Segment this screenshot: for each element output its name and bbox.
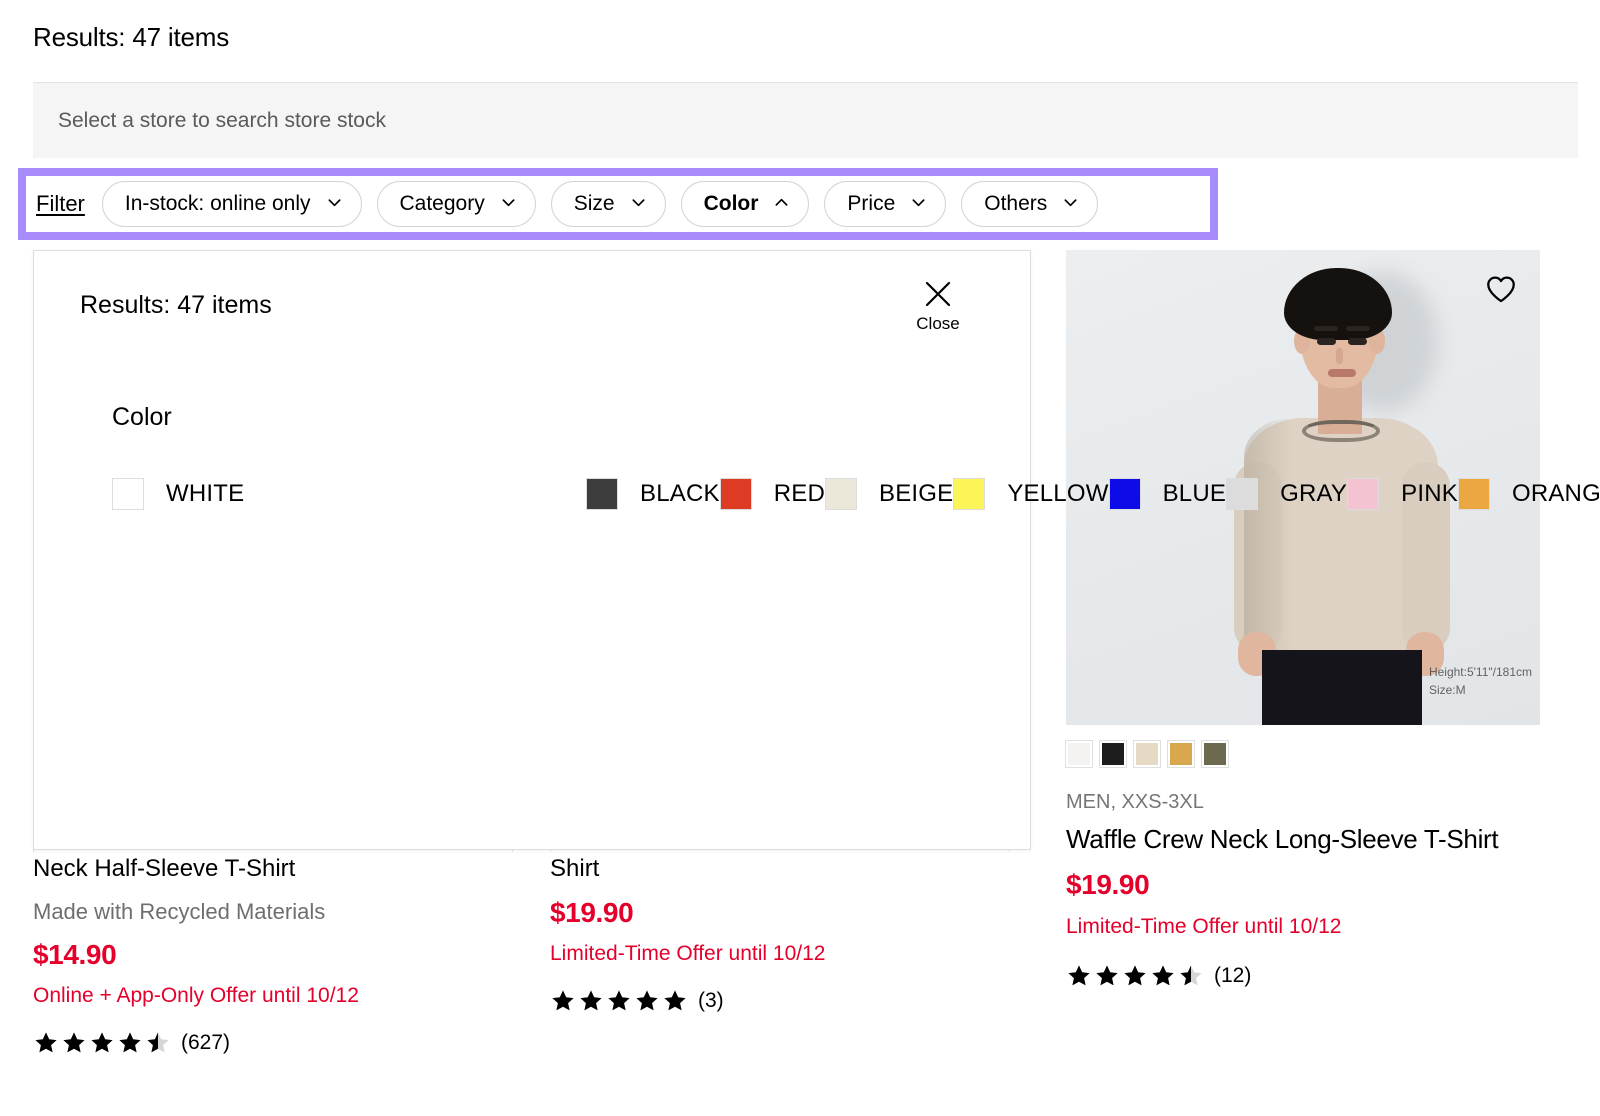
filter-chip-size-label: Size <box>574 192 615 216</box>
color-swatch <box>1347 478 1379 510</box>
product-title: Waffle Crew Neck Long-Sleeve T-Shirt <box>1066 824 1540 855</box>
rating-count: (627) <box>181 1031 230 1055</box>
modal-results-count: Results: 47 items <box>80 291 272 320</box>
color-option-orange[interactable]: ORANGE <box>1458 463 1600 525</box>
model-size-text: Size:M <box>1429 682 1532 699</box>
product-offer: Limited-Time Offer until 10/12 <box>550 942 1010 966</box>
rating-count: (12) <box>1214 964 1251 988</box>
color-option-label: BLACK <box>640 480 720 508</box>
product-subtitle: Made with Recycled Materials <box>33 899 513 925</box>
product-title: Shirt <box>550 855 1010 883</box>
color-filter-modal: Results: 47 items Close Color WHITE BLAC… <box>33 250 1031 850</box>
page-root: Results: 47 items Select a store to sear… <box>0 0 1600 1116</box>
product-swatch[interactable] <box>1168 741 1194 767</box>
color-option-black[interactable]: BLACK <box>586 463 720 525</box>
filter-chip-in-stock[interactable]: In-stock: online only <box>102 181 362 227</box>
star-rating <box>550 988 690 1014</box>
chevron-down-icon <box>911 195 926 210</box>
color-option-beige[interactable]: BEIGE <box>825 463 953 525</box>
filter-chip-in-stock-label: In-stock: online only <box>125 192 311 216</box>
product-swatch[interactable] <box>1100 741 1126 767</box>
product-price: $19.90 <box>550 897 1010 929</box>
modal-header: Results: 47 items Close <box>34 251 1030 361</box>
color-option-label: PINK <box>1401 480 1458 508</box>
product-price: $14.90 <box>33 939 513 971</box>
color-section-title: Color <box>112 403 172 432</box>
filter-bar: Filter In-stock: online only Category Si… <box>36 176 1202 232</box>
filter-chip-price[interactable]: Price <box>824 181 946 227</box>
color-swatch <box>825 478 857 510</box>
color-option-label: BLUE <box>1163 480 1227 508</box>
product-price: $19.90 <box>1066 869 1540 901</box>
product-card-right[interactable]: Height:5'11"/181cm Size:M MEN, XXS-3XL W… <box>1066 250 1540 989</box>
close-icon <box>903 278 973 312</box>
color-swatch <box>112 478 144 510</box>
filter-chip-others[interactable]: Others <box>961 181 1098 227</box>
color-option-label: BEIGE <box>879 480 953 508</box>
product-meta: MEN, XXS-3XL <box>1066 791 1540 814</box>
product-swatch[interactable] <box>1134 741 1160 767</box>
color-option-blue[interactable]: BLUE <box>1109 463 1227 525</box>
close-button-label: Close <box>903 314 973 334</box>
filter-chip-color-label: Color <box>704 192 759 216</box>
filter-chip-category[interactable]: Category <box>377 181 536 227</box>
product-rating: (12) <box>1066 963 1540 989</box>
product-rating: (627) <box>33 1030 513 1056</box>
star-rating <box>1066 963 1206 989</box>
chevron-down-icon <box>327 195 342 210</box>
chevron-down-icon <box>501 195 516 210</box>
product-rating: (3) <box>550 988 1010 1014</box>
filter-link[interactable]: Filter <box>36 191 85 217</box>
product-offer: Limited-Time Offer until 10/12 <box>1066 915 1540 939</box>
color-option-label: RED <box>774 480 825 508</box>
color-swatch <box>720 478 752 510</box>
heart-icon[interactable] <box>1484 272 1518 306</box>
color-option-label: WHITE <box>166 480 244 508</box>
color-option-label: YELLOW <box>1007 480 1108 508</box>
store-stock-bar[interactable]: Select a store to search store stock <box>33 82 1578 158</box>
product-card-left[interactable]: Neck Half-Sleeve T-Shirt Made with Recyc… <box>33 855 513 1056</box>
close-button[interactable]: Close <box>903 278 973 334</box>
color-option-label: ORANGE <box>1512 480 1600 508</box>
product-card-middle[interactable]: Shirt $19.90 Limited-Time Offer until 10… <box>550 855 1010 1014</box>
color-swatch <box>1226 478 1258 510</box>
color-option-gray[interactable]: GRAY <box>1226 463 1347 525</box>
rating-count: (3) <box>698 989 724 1013</box>
results-count-top: Results: 47 items <box>33 22 229 53</box>
product-offer: Online + App-Only Offer until 10/12 <box>33 984 513 1008</box>
color-swatch <box>1458 478 1490 510</box>
color-swatch <box>1109 478 1141 510</box>
filter-chip-color[interactable]: Color <box>681 181 810 227</box>
model-height-text: Height:5'11"/181cm <box>1429 664 1532 681</box>
product-swatch[interactable] <box>1066 741 1092 767</box>
chevron-down-icon <box>631 195 646 210</box>
filter-chip-others-label: Others <box>984 192 1047 216</box>
filter-chip-category-label: Category <box>400 192 485 216</box>
model-size-overlay: Height:5'11"/181cm Size:M <box>1429 664 1532 699</box>
filter-chip-price-label: Price <box>847 192 895 216</box>
color-swatch <box>953 478 985 510</box>
color-option-pink[interactable]: PINK <box>1347 463 1458 525</box>
color-option-white[interactable]: WHITE <box>112 463 586 525</box>
color-swatch <box>586 478 618 510</box>
chevron-up-icon <box>774 195 789 210</box>
product-title: Neck Half-Sleeve T-Shirt <box>33 855 513 883</box>
filter-chip-size[interactable]: Size <box>551 181 666 227</box>
chevron-down-icon <box>1063 195 1078 210</box>
product-swatch[interactable] <box>1202 741 1228 767</box>
star-rating <box>33 1030 173 1056</box>
color-option-label: GRAY <box>1280 480 1347 508</box>
color-option-red[interactable]: RED <box>720 463 825 525</box>
product-color-swatches <box>1066 741 1540 767</box>
color-option-grid: WHITE BLACK RED BEIGE YELLOW BLUE <box>112 463 962 525</box>
store-stock-placeholder: Select a store to search store stock <box>58 109 386 133</box>
color-option-yellow[interactable]: YELLOW <box>953 463 1108 525</box>
